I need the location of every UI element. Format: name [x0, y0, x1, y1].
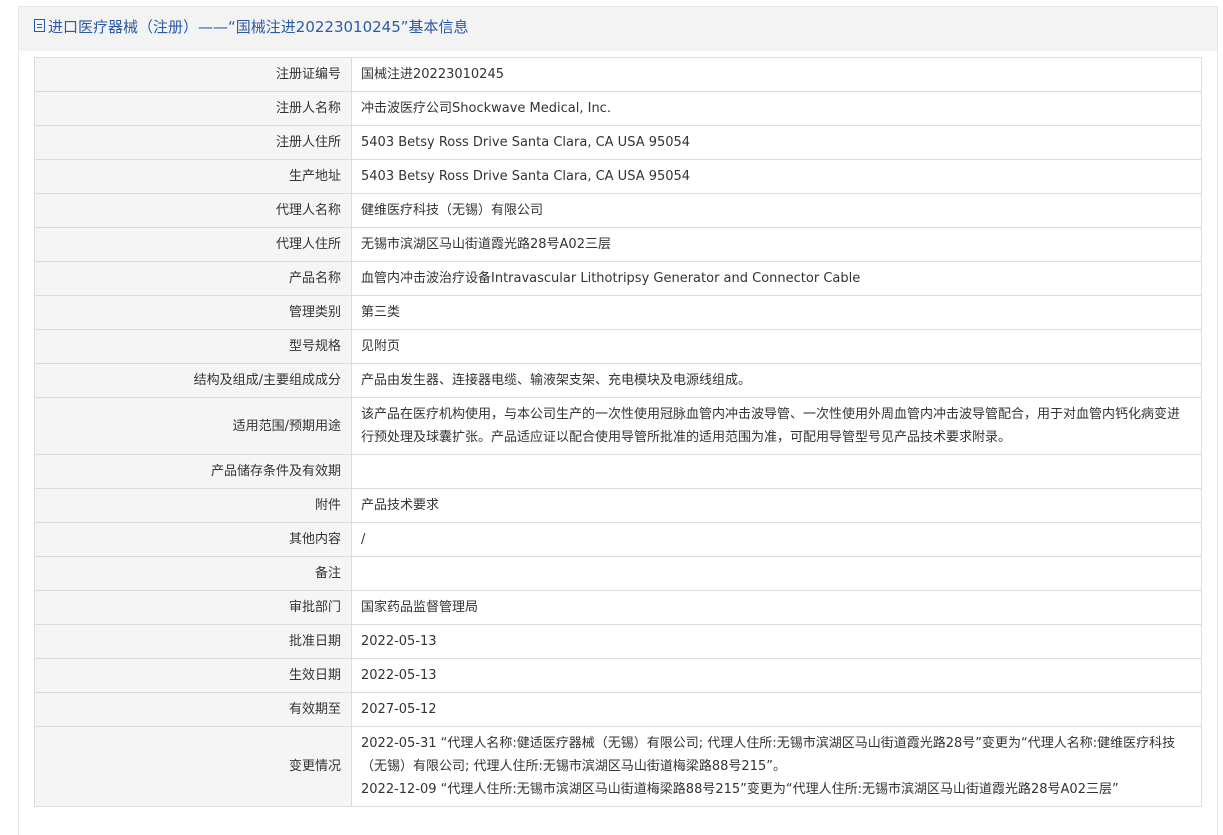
table-row: 审批部门 国家药品监督管理局	[34, 590, 1202, 625]
row-label: 生效日期	[34, 658, 352, 693]
row-label: 代理人住所	[34, 227, 352, 262]
table-row: 代理人名称 健维医疗科技（无锡）有限公司	[34, 193, 1202, 228]
row-label: 产品名称	[34, 261, 352, 296]
info-table-body: 注册证编号 国械注进20223010245 注册人名称 冲击波医疗公司Shockwa…	[34, 57, 1202, 807]
table-row: 生效日期 2022-05-13	[34, 658, 1202, 693]
detail-page: 进口医疗器械（注册）——“国械注进20223010245”基本信息 注册证编号国…	[18, 6, 1218, 835]
table-row: 型号规格 见附页	[34, 329, 1202, 364]
row-label: 审批部门	[34, 590, 352, 625]
row-label: 有效期至	[34, 692, 352, 727]
row-label: 其他内容	[34, 522, 352, 557]
page-title: 进口医疗器械（注册）——“国械注进20223010245”基本信息	[48, 17, 469, 36]
row-label: 代理人名称	[34, 193, 352, 228]
row-label: 适用范围/预期用途	[34, 397, 352, 455]
row-value: 冲击波医疗公司Shockwave Medical, Inc.	[351, 91, 1202, 126]
row-value: 第三类	[351, 295, 1202, 330]
row-label: 附件	[34, 488, 352, 523]
table-row: 备注	[34, 556, 1202, 591]
row-value	[351, 556, 1202, 591]
info-panel: 注册证编号 国械注进20223010245 注册人名称 冲击波医疗公司Shockwa…	[19, 51, 1217, 835]
row-label: 产品储存条件及有效期	[34, 454, 352, 489]
row-value: /	[351, 522, 1202, 557]
row-value: 2022-05-13	[351, 624, 1202, 659]
row-value: 无锡市滨湖区马山街道霞光路28号A02三层	[351, 227, 1202, 262]
row-value: 该产品在医疗机构使用，与本公司生产的一次性使用冠脉血管内冲击波导管、一次性使用外…	[351, 397, 1202, 455]
table-row: 产品储存条件及有效期	[34, 454, 1202, 489]
row-label: 注册证编号	[34, 57, 352, 92]
row-label: 生产地址	[34, 159, 352, 194]
table-row: 结构及组成/主要组成成分 产品由发生器、连接器电缆、输液架支架、充电模块及电源线组…	[34, 363, 1202, 398]
table-row: 其他内容 /	[34, 522, 1202, 557]
row-label: 注册人名称	[34, 91, 352, 126]
row-label: 结构及组成/主要组成成分	[34, 363, 352, 398]
table-row: 批准日期 2022-05-13	[34, 624, 1202, 659]
row-label: 注册人住所	[34, 125, 352, 160]
table-row: 生产地址 5403 Betsy Ross Drive Santa Clara, C…	[34, 159, 1202, 194]
change-entry: 2022-12-09 “代理人住所:无锡市滨湖区马山街道梅梁路88号215”变更…	[361, 782, 1119, 797]
table-row-changes: 变更情况 2022-05-31 “代理人名称:健适医疗器械（无锡）有限公司; 代…	[34, 726, 1202, 807]
row-value: 健维医疗科技（无锡）有限公司	[351, 193, 1202, 228]
table-row: 注册证编号 国械注进20223010245	[34, 57, 1202, 92]
table-row: 附件 产品技术要求	[34, 488, 1202, 523]
change-history: 2022-05-31 “代理人名称:健适医疗器械（无锡）有限公司; 代理人住所:…	[351, 726, 1202, 807]
row-label: 备注	[34, 556, 352, 591]
document-icon	[34, 18, 45, 32]
row-label: 变更情况	[34, 726, 352, 807]
table-row: 注册人名称 冲击波医疗公司Shockwave Medical, Inc.	[34, 91, 1202, 126]
info-table: 注册证编号 国械注进20223010245 注册人名称 冲击波医疗公司Shockwa…	[34, 57, 1202, 807]
row-value: 2027-05-12	[351, 692, 1202, 727]
row-value: 5403 Betsy Ross Drive Santa Clara, CA US…	[351, 125, 1202, 160]
row-value: 5403 Betsy Ross Drive Santa Clara, CA US…	[351, 159, 1202, 194]
row-value: 产品技术要求	[351, 488, 1202, 523]
row-value: 产品由发生器、连接器电缆、输液架支架、充电模块及电源线组成。	[351, 363, 1202, 398]
row-value: 见附页	[351, 329, 1202, 364]
row-value: 血管内冲击波治疗设备Intravascular Lithotripsy Gene…	[351, 261, 1202, 296]
page-header: 进口医疗器械（注册）——“国械注进20223010245”基本信息	[19, 7, 1217, 45]
row-label: 批准日期	[34, 624, 352, 659]
table-row: 有效期至 2027-05-12	[34, 692, 1202, 727]
row-value: 国械注进20223010245	[351, 57, 1202, 92]
change-entry: 2022-05-31 “代理人名称:健适医疗器械（无锡）有限公司; 代理人住所:…	[361, 736, 1176, 774]
row-value: 2022-05-13	[351, 658, 1202, 693]
row-value: 国家药品监督管理局	[351, 590, 1202, 625]
table-row: 适用范围/预期用途 该产品在医疗机构使用，与本公司生产的一次性使用冠脉血管内冲击波…	[34, 397, 1202, 455]
table-row: 产品名称 血管内冲击波治疗设备Intravascular Lithotripsy …	[34, 261, 1202, 296]
row-label: 管理类别	[34, 295, 352, 330]
table-row: 管理类别 第三类	[34, 295, 1202, 330]
row-value	[351, 454, 1202, 489]
table-row: 注册人住所 5403 Betsy Ross Drive Santa Clara, …	[34, 125, 1202, 160]
table-row: 代理人住所 无锡市滨湖区马山街道霞光路28号A02三层	[34, 227, 1202, 262]
row-label: 型号规格	[34, 329, 352, 364]
